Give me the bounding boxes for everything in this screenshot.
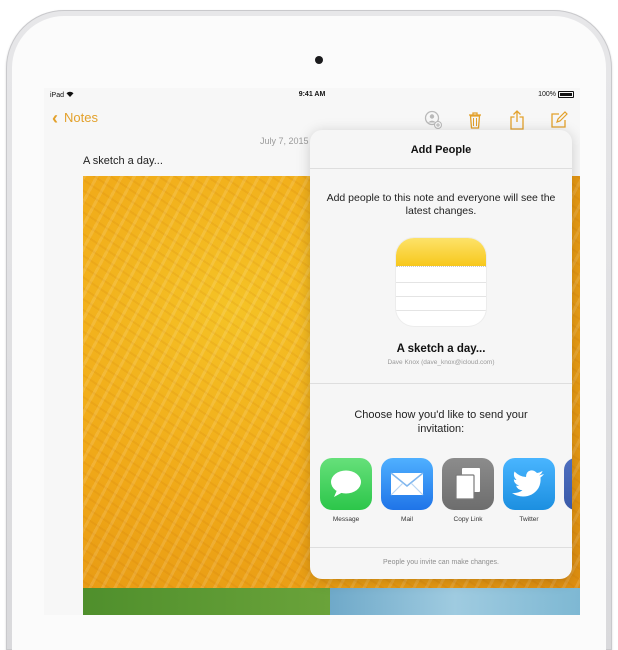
- shared-note-owner: Dave Knox (dave_knox@icloud.com): [387, 359, 495, 366]
- back-button-label: Notes: [64, 110, 98, 125]
- sketch-image-green-strip: [83, 588, 330, 615]
- notes-icon-perforation: [396, 266, 486, 269]
- front-camera: [315, 56, 323, 64]
- share-app-label: Mail: [401, 516, 413, 523]
- shared-note-title: A sketch a day...: [396, 343, 486, 355]
- notes-icon-line: [396, 310, 486, 311]
- notes-app-icon: [396, 238, 486, 326]
- back-button[interactable]: ‹ Notes: [52, 107, 98, 128]
- divider: [310, 168, 572, 169]
- message-icon: [320, 458, 372, 510]
- share-app-partial[interactable]: [564, 458, 572, 510]
- choose-method-text: Choose how you'd like to send your invit…: [354, 409, 528, 435]
- sketch-image-blue-strip: [330, 588, 580, 615]
- battery-indicator: 100%: [538, 91, 574, 98]
- share-app-message[interactable]: Message: [320, 458, 372, 523]
- copy-link-icon: [442, 458, 494, 510]
- status-time: 9:41 AM: [298, 91, 326, 98]
- chevron-left-icon: ‹: [52, 107, 58, 128]
- screen: iPad 9:41 AM 100% ‹ Notes July 7, 2015 A…: [44, 88, 580, 615]
- note-title[interactable]: A sketch a day...: [83, 155, 163, 167]
- share-app-twitter[interactable]: Twitter: [503, 458, 555, 523]
- notes-icon-header: [396, 238, 486, 266]
- battery-icon: [558, 91, 574, 98]
- share-app-mail[interactable]: Mail: [381, 458, 433, 523]
- add-people-icon[interactable]: [422, 110, 444, 130]
- share-app-row: Message Mail Copy Link Twitter: [320, 458, 572, 524]
- popover-description: Add people to this note and everyone wil…: [326, 192, 556, 217]
- notes-icon-line: [396, 296, 486, 297]
- note-date: July 7, 2015: [260, 136, 309, 146]
- divider: [310, 383, 572, 384]
- twitter-icon: [503, 458, 555, 510]
- trash-icon[interactable]: [464, 110, 486, 130]
- share-app-label: Twitter: [519, 516, 539, 523]
- compose-icon[interactable]: [548, 110, 570, 130]
- share-app-copy-link[interactable]: Copy Link: [442, 458, 494, 523]
- divider: [310, 547, 572, 548]
- toolbar-icons: [422, 110, 570, 130]
- battery-percent: 100%: [538, 91, 556, 98]
- mail-icon: [381, 458, 433, 510]
- facebook-icon: [564, 458, 572, 510]
- notes-icon-line: [396, 282, 486, 283]
- add-people-popover: Add People Add people to this note and e…: [310, 130, 572, 579]
- share-icon[interactable]: [506, 110, 528, 130]
- status-bar: iPad 9:41 AM 100%: [44, 88, 580, 102]
- share-app-label: Copy Link: [453, 516, 483, 523]
- popover-title: Add People: [410, 144, 472, 156]
- share-app-label: Message: [332, 516, 360, 523]
- popover-footer-note: People you invite can make changes.: [383, 559, 499, 566]
